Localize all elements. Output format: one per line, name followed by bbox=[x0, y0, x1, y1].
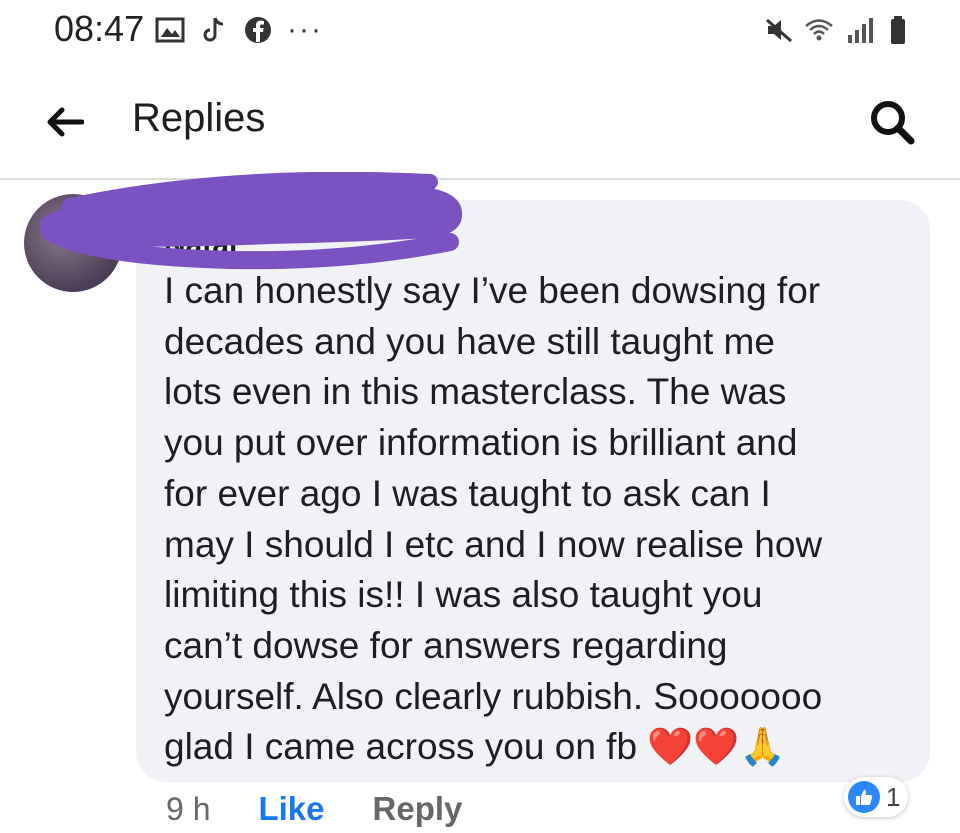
comment-actions: 9 h Like Reply bbox=[166, 787, 510, 831]
comment-text: I can honestly say I’ve been dowsing for… bbox=[164, 266, 904, 773]
search-icon bbox=[871, 101, 915, 145]
search-button[interactable] bbox=[864, 94, 920, 150]
comment-bubble: Natal I can honestly say I’ve been dowsi… bbox=[136, 200, 930, 782]
signal-icon bbox=[844, 15, 874, 45]
replies-header: Replies bbox=[0, 74, 960, 180]
thumbs-up-icon bbox=[848, 781, 880, 813]
avatar[interactable] bbox=[24, 194, 122, 292]
facebook-icon bbox=[243, 15, 273, 45]
reaction-count: 1 bbox=[886, 781, 901, 812]
emoji-reactions: ❤️❤️🙏 bbox=[647, 726, 786, 768]
status-icons-left: ··· bbox=[155, 12, 323, 48]
author-name[interactable]: Natal bbox=[164, 228, 237, 262]
tiktok-icon bbox=[199, 15, 229, 45]
reaction-badge[interactable]: 1 bbox=[844, 777, 909, 817]
back-arrow-icon bbox=[47, 107, 84, 137]
mute-icon bbox=[764, 15, 794, 45]
status-time: 08:47 bbox=[54, 8, 145, 49]
battery-icon bbox=[884, 15, 914, 45]
status-bar: 08:47 ··· bbox=[0, 0, 960, 64]
like-button[interactable]: Like bbox=[258, 790, 324, 828]
gallery-icon bbox=[155, 15, 185, 45]
wifi-icon bbox=[804, 15, 834, 45]
back-button[interactable] bbox=[40, 98, 88, 146]
status-icons-right bbox=[764, 12, 914, 48]
page-title: Replies bbox=[132, 96, 266, 140]
comment-timestamp[interactable]: 9 h bbox=[166, 791, 210, 828]
comment-body: I can honestly say I’ve been dowsing for… bbox=[164, 270, 823, 768]
more-notifications-icon: ··· bbox=[287, 13, 323, 46]
reply-button[interactable]: Reply bbox=[373, 790, 463, 828]
